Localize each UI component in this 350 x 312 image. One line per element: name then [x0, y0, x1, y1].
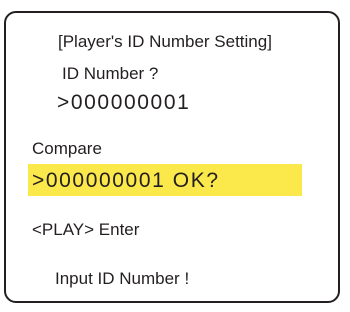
screen-title: [Player's ID Number Setting]	[58, 32, 272, 51]
input-id-message: Input ID Number !	[55, 269, 190, 288]
entered-id-number: >000000001	[57, 91, 191, 114]
compare-label: Compare	[32, 139, 102, 158]
confirm-id-number: >000000001 OK?	[32, 169, 220, 192]
id-number-prompt: ID Number ?	[62, 64, 159, 83]
play-enter-hint: <PLAY> Enter	[32, 220, 140, 239]
